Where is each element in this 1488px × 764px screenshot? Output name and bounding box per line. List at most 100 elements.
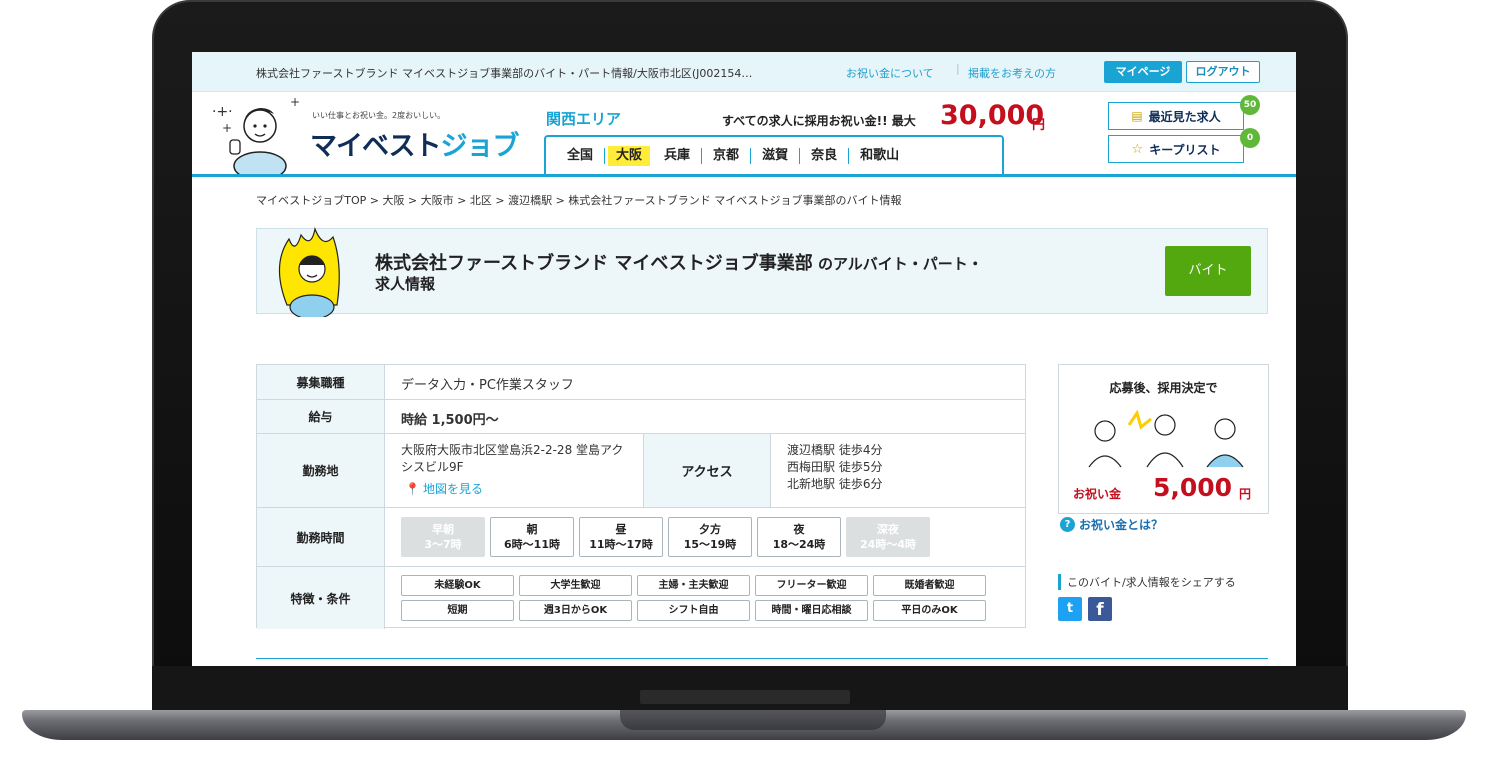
table-row-salary: 給与 時給 1,500円〜 bbox=[257, 400, 1025, 434]
feature-tag[interactable]: 主婦・主夫歓迎 bbox=[637, 575, 750, 596]
company-suffix: のアルバイト・パート・ bbox=[812, 255, 983, 273]
logo-main: マイベスト bbox=[310, 131, 442, 162]
pref-tab-hyogo[interactable]: 兵庫 bbox=[653, 148, 703, 164]
access-item: 西梅田駅 徒歩5分 bbox=[787, 460, 883, 474]
job-type-value: データ入力・PC作業スタッフ bbox=[401, 378, 574, 393]
pref-tab-kyoto[interactable]: 京都 bbox=[702, 148, 752, 164]
laptop-notch bbox=[620, 710, 886, 730]
company-banner: 株式会社ファーストブランド マイベストジョブ事業部 のアルバイト・パート・ 求人… bbox=[256, 226, 1268, 317]
pref-tab-wakayama[interactable]: 和歌山 bbox=[849, 148, 910, 164]
banner-yen: 円 bbox=[1032, 118, 1046, 133]
slot-range: 3〜7時 bbox=[424, 538, 462, 551]
feature-tag[interactable]: 時間・曜日応相談 bbox=[755, 600, 868, 621]
time-slot-morning: 朝 6時〜11時 bbox=[490, 517, 574, 557]
section-divider bbox=[256, 658, 1268, 659]
time-slot-night: 夜 18〜24時 bbox=[757, 517, 841, 557]
map-link-label: 地図を見る bbox=[422, 482, 483, 496]
svg-text:+: + bbox=[290, 96, 300, 109]
pref-tab-shiga[interactable]: 滋賀 bbox=[751, 148, 801, 164]
mascot-icon: ·+· + + bbox=[212, 95, 300, 181]
feature-tag[interactable]: 既婚者歓迎 bbox=[873, 575, 986, 596]
pref-tab-nara[interactable]: 奈良 bbox=[800, 148, 850, 164]
site-logo[interactable]: ·+· + + いい仕事とお祝い金。2度おいしい。 マイベストジョブ bbox=[212, 95, 520, 181]
banner-amount: 30,000 bbox=[940, 100, 1045, 131]
facebook-icon[interactable]: f bbox=[1088, 597, 1112, 621]
feature-tag[interactable]: 大学生歓迎 bbox=[519, 575, 632, 596]
feature-tag[interactable]: 短期 bbox=[401, 600, 514, 621]
location-header: 勤務地 bbox=[257, 434, 385, 507]
celebration-people-icon bbox=[1088, 409, 1244, 468]
slot-range: 6時〜11時 bbox=[504, 538, 560, 551]
feature-tag[interactable]: フリーター歓迎 bbox=[755, 575, 868, 596]
time-slots: 早朝 3〜7時 朝 6時〜11時 昼 11時〜17時 夕方 15〜19時 夜 18〜24時… bbox=[401, 517, 930, 557]
what-is-celebration-label: お祝い金とは？ bbox=[1079, 518, 1164, 532]
map-pin-icon: 📍 bbox=[405, 481, 420, 496]
celebration-amount: 5,000 bbox=[1153, 473, 1233, 502]
table-row-features: 特徴・条件 未経験OK 大学生歓迎 主婦・主夫歓迎 フリーター歓迎 既婚者歓迎 … bbox=[257, 567, 1025, 629]
slot-name: 夕方 bbox=[699, 523, 721, 536]
feature-tags: 未経験OK 大学生歓迎 主婦・主夫歓迎 フリーター歓迎 既婚者歓迎 短期 週3日… bbox=[401, 575, 1001, 621]
slot-name: 深夜 bbox=[877, 523, 899, 536]
access-item: 渡辺橋駅 徒歩4分 bbox=[787, 443, 883, 457]
slot-name: 朝 bbox=[526, 523, 538, 536]
laptop-brand-plate bbox=[640, 690, 850, 704]
company-title: 株式会社ファーストブランド マイベストジョブ事業部 のアルバイト・パート・ bbox=[375, 249, 983, 275]
burning-woman-icon bbox=[278, 226, 340, 317]
time-slot-evening: 夕方 15〜19時 bbox=[668, 517, 752, 557]
star-icon: ☆ bbox=[1131, 141, 1144, 157]
access-header: アクセス bbox=[643, 434, 771, 507]
celebration-info-link[interactable]: お祝い金について bbox=[846, 65, 934, 81]
time-slot-late-night: 深夜 24時〜4時 bbox=[846, 517, 930, 557]
feature-tag[interactable]: 週3日からOK bbox=[519, 600, 632, 621]
celebration-yen: 円 bbox=[1239, 487, 1252, 501]
twitter-icon[interactable]: t bbox=[1058, 597, 1082, 621]
recent-jobs-label: 最近見た求人 bbox=[1148, 109, 1221, 124]
logo-accent: ジョブ bbox=[440, 131, 520, 162]
banner-text: すべての求人に採用お祝い金!! 最大 bbox=[722, 114, 916, 128]
browser-screen: 株式会社ファーストブランド マイベストジョブ事業部のバイト・パート情報/大阪市北… bbox=[192, 52, 1296, 666]
job-type-button[interactable]: バイト bbox=[1165, 246, 1251, 296]
slot-range: 18〜24時 bbox=[772, 538, 826, 551]
job-type-header: 募集職種 bbox=[257, 365, 385, 399]
region-label: 関西エリア bbox=[546, 110, 622, 128]
slot-range: 24時〜4時 bbox=[860, 538, 916, 551]
site-header: ·+· + + いい仕事とお祝い金。2度おいしい。 マイベストジョブ 関西エリア… bbox=[192, 92, 1296, 181]
svg-text:·+·: ·+· bbox=[212, 104, 233, 120]
feature-tag[interactable]: 未経験OK bbox=[401, 575, 514, 596]
breadcrumb[interactable]: マイベストジョブTOP > 大阪 > 大阪市 > 北区 > 渡辺橋駅 > 株式会… bbox=[256, 192, 901, 208]
celebration-title: 応募後、採用決定で bbox=[1109, 381, 1218, 395]
feature-tag[interactable]: シフト自由 bbox=[637, 600, 750, 621]
feature-tag[interactable]: 平日のみOK bbox=[873, 600, 986, 621]
what-is-celebration-link[interactable]: ? お祝い金とは？ bbox=[1060, 516, 1163, 533]
keep-list-button[interactable]: ☆ キープリスト bbox=[1108, 135, 1244, 163]
logo-text: マイベストジョブ bbox=[310, 124, 520, 163]
top-bar: 株式会社ファーストブランド マイベストジョブ事業部のバイト・パート情報/大阪市北… bbox=[192, 52, 1296, 92]
time-slot-early-morning: 早朝 3〜7時 bbox=[401, 517, 485, 557]
pref-tab-osaka[interactable]: 大阪 bbox=[608, 146, 651, 166]
slot-range: 15〜19時 bbox=[683, 538, 737, 551]
slot-name: 早朝 bbox=[432, 523, 454, 536]
company-name: 株式会社ファーストブランド マイベストジョブ事業部 bbox=[375, 253, 813, 274]
recent-count-badge: 50 bbox=[1240, 95, 1260, 115]
table-row-location: 勤務地 大阪府大阪市北区堂島浜2-2-28 堂島アクシスビル9F 📍 地図を見る… bbox=[257, 434, 1025, 508]
job-detail-table: 募集職種 データ入力・PC作業スタッフ 給与 時給 1,500円〜 勤務地 大阪… bbox=[256, 364, 1026, 629]
logo-tagline: いい仕事とお祝い金。2度おいしい。 bbox=[312, 111, 446, 120]
mypage-button[interactable]: マイページ bbox=[1104, 61, 1182, 83]
share-label: このバイト/求人情報をシェアする bbox=[1058, 574, 1236, 590]
access-list: 渡辺橋駅 徒歩4分 西梅田駅 徒歩5分 北新地駅 徒歩6分 bbox=[787, 442, 882, 493]
salary-header: 給与 bbox=[257, 400, 385, 433]
time-slot-daytime: 昼 11時〜17時 bbox=[579, 517, 663, 557]
map-link[interactable]: 📍 地図を見る bbox=[405, 480, 483, 497]
company-title-line2: 求人情報 bbox=[375, 275, 436, 293]
listing-info-link[interactable]: 掲載をお考えの方 bbox=[968, 65, 1056, 81]
slot-range: 11時〜17時 bbox=[589, 538, 653, 551]
logout-button[interactable]: ログアウト bbox=[1186, 61, 1260, 83]
svg-text:+: + bbox=[222, 121, 232, 135]
recent-jobs-button[interactable]: ▤ 最近見た求人 bbox=[1108, 102, 1244, 130]
topbar-separator: | bbox=[956, 62, 960, 75]
hours-header: 勤務時間 bbox=[257, 508, 385, 566]
pref-tab-zenkoku[interactable]: 全国 bbox=[556, 148, 606, 164]
slot-name: 昼 bbox=[615, 523, 627, 536]
header-divider bbox=[192, 174, 1296, 177]
share-icons: t f bbox=[1058, 597, 1112, 621]
